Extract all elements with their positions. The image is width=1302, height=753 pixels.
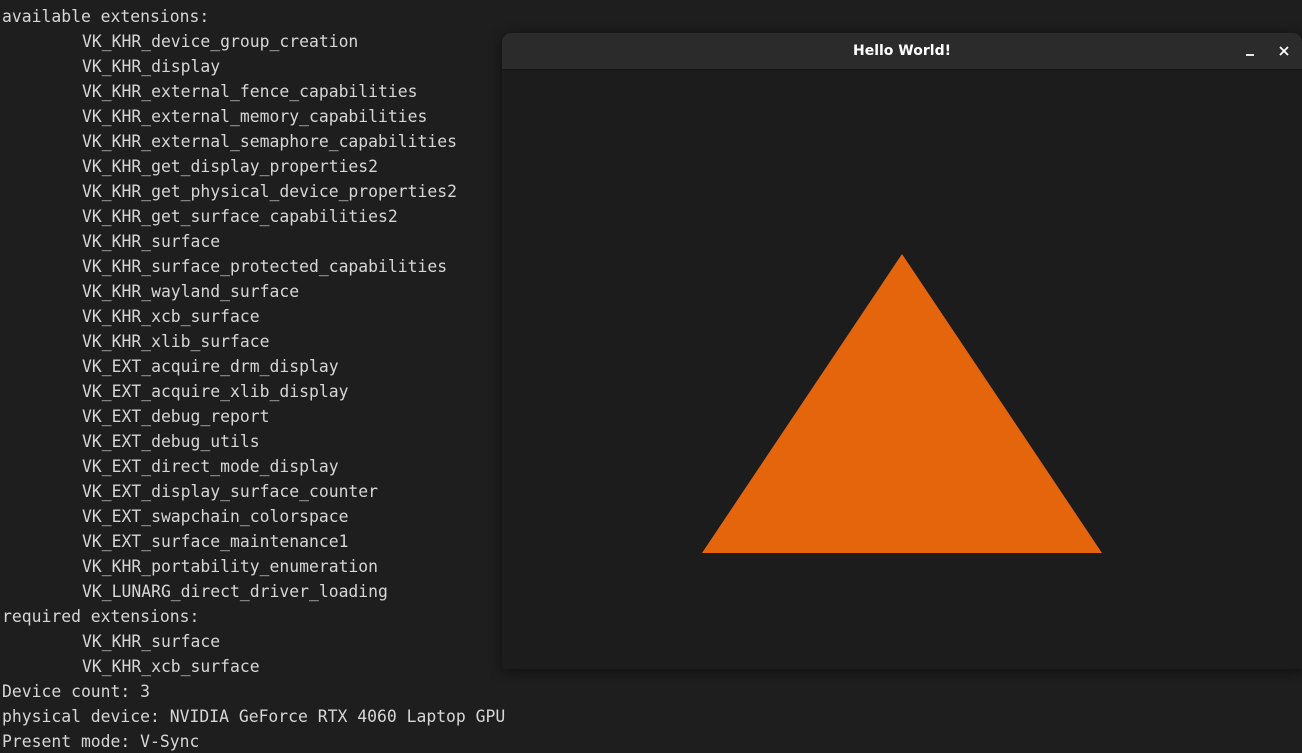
rendered-triangle bbox=[702, 254, 1102, 553]
close-icon bbox=[1279, 46, 1289, 56]
render-surface bbox=[702, 254, 1102, 553]
terminal-line: available extensions: bbox=[2, 7, 210, 26]
minimize-button[interactable] bbox=[1238, 39, 1262, 63]
terminal-line: physical device: NVIDIA GeForce RTX 4060… bbox=[2, 707, 506, 726]
minimize-icon bbox=[1246, 54, 1254, 56]
window-titlebar[interactable]: Hello World! bbox=[502, 33, 1302, 70]
window-title: Hello World! bbox=[853, 43, 951, 59]
close-button[interactable] bbox=[1272, 39, 1296, 63]
terminal-line: Present mode: V-Sync bbox=[2, 732, 200, 751]
terminal-line: Device count: 3 bbox=[2, 682, 151, 701]
render-canvas bbox=[502, 70, 1302, 669]
hello-world-window[interactable]: Hello World! bbox=[502, 33, 1302, 669]
